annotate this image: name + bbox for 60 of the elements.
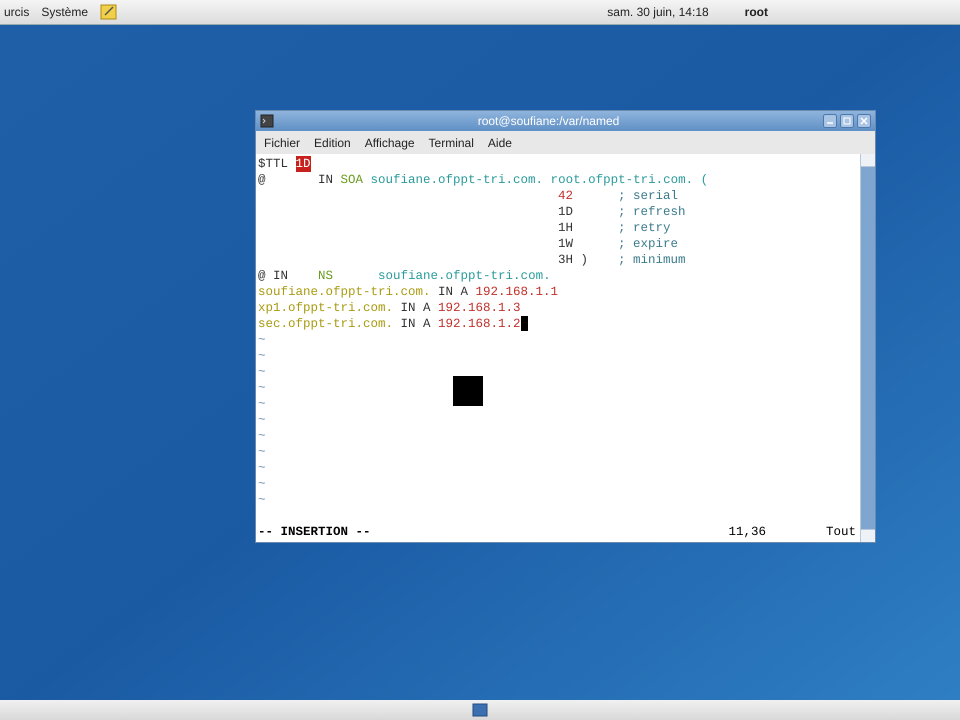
menu-item[interactable]: Fichier — [264, 134, 300, 152]
scrollbar[interactable] — [860, 154, 875, 542]
empty-line-marker: ~ — [258, 492, 266, 508]
code-text: ; expire — [618, 236, 678, 252]
mode-indicator: -- INSERTION -- — [258, 524, 371, 540]
empty-line-marker: ~ — [258, 380, 266, 396]
code-text: IN A — [400, 316, 432, 332]
code-text: NS — [318, 268, 334, 284]
code-text: 1H — [558, 220, 574, 236]
code-text: 1D — [296, 156, 311, 172]
minimize-icon[interactable] — [823, 114, 837, 128]
empty-line-marker: ~ — [258, 332, 266, 348]
terminal-icon — [260, 114, 274, 128]
code-text: IN A — [400, 300, 432, 316]
code-text: ; minimum — [618, 252, 686, 268]
empty-line-marker: ~ — [258, 364, 266, 380]
clock[interactable]: sam. 30 juin, 14:18 — [607, 3, 709, 21]
empty-line-marker: ~ — [258, 396, 266, 412]
code-text: IN A — [437, 284, 470, 300]
code-text: soufiane.ofppt-tri.com. root.ofppt-tri.com. ( — [370, 172, 708, 188]
user-name[interactable]: root — [744, 3, 768, 21]
code-text: 3H ) — [558, 252, 590, 268]
empty-line-marker: ~ — [258, 444, 266, 460]
code-text: ; retry — [618, 220, 671, 236]
empty-line-marker: ~ — [258, 348, 266, 364]
code-text: 1W — [558, 236, 574, 252]
code-text: @ IN — [258, 268, 290, 284]
workspace-icon[interactable] — [472, 703, 488, 717]
empty-line-marker: ~ — [258, 428, 266, 444]
code-text: 192.168.1.1 — [476, 284, 558, 300]
empty-line-marker: ~ — [258, 460, 266, 476]
scroll-indicator: Tout — [826, 524, 856, 540]
close-icon[interactable] — [857, 114, 871, 128]
code-text: sec.ofppt-tri.com. — [258, 316, 394, 332]
code-text: soufiane.ofppt-tri.com. — [258, 284, 431, 300]
menu-item[interactable]: Terminal — [428, 134, 474, 152]
window-title: root@soufiane:/var/named — [476, 113, 620, 130]
code-text: soufiane.ofppt-tri.com. — [377, 268, 551, 284]
code-text: 192.168.1.3 — [438, 300, 521, 316]
maximize-icon[interactable] — [840, 114, 854, 128]
square-block — [453, 376, 483, 406]
panel-menu[interactable]: Système — [41, 3, 88, 21]
menu-item[interactable]: Edition — [314, 134, 351, 152]
code-text: ; serial — [618, 188, 678, 204]
panel-menu[interactable]: urcis — [4, 3, 30, 21]
code-text: @ IN — [258, 172, 334, 188]
code-text: ; refresh — [618, 204, 686, 220]
empty-line-marker: ~ — [258, 412, 266, 428]
code-text: 42 — [558, 188, 574, 204]
code-text: 192.168.1.2 — [438, 316, 521, 332]
cursor-position: 11,36 — [728, 524, 766, 540]
menu-item[interactable]: Affichage — [364, 134, 415, 152]
code-text: 1D — [558, 204, 574, 220]
code-text: SOA — [340, 172, 364, 188]
code-text: $TTL — [258, 156, 290, 172]
note-icon[interactable] — [100, 3, 118, 21]
text-cursor — [520, 316, 528, 331]
menu-item[interactable]: Aide — [488, 134, 512, 152]
empty-line-marker: ~ — [258, 476, 266, 492]
code-text: xp1.ofppt-tri.com. — [258, 300, 394, 316]
